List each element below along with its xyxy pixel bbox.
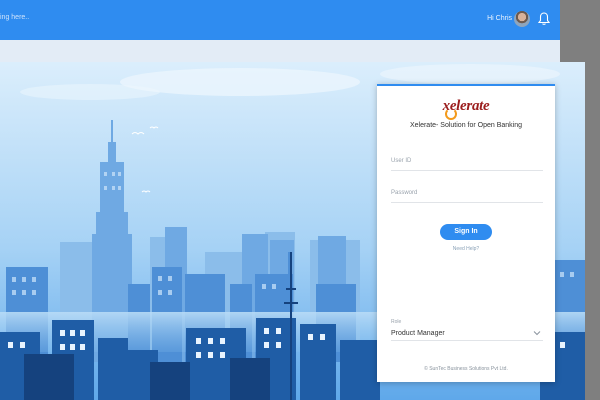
need-help-link[interactable]: Need Help?	[377, 246, 555, 252]
copyright-text: © SunTec Business Solutions Pvt Ltd.	[424, 366, 508, 372]
sign-in-button[interactable]: Sign In	[440, 224, 492, 240]
search-input-hint[interactable]: ing here..	[0, 14, 29, 21]
role-label: Role	[391, 319, 402, 325]
top-header: ing here.. Hi Chris	[0, 0, 560, 40]
bell-icon[interactable]	[538, 12, 550, 26]
avatar[interactable]	[514, 11, 530, 27]
xelerate-logo: xelerate	[442, 98, 490, 114]
password-field[interactable]: Password	[391, 190, 417, 196]
login-card: xelerate Xelerate- Solution for Open Ban…	[377, 84, 555, 382]
user-greeting: Hi Chris	[487, 15, 512, 22]
role-select[interactable]: Product Manager	[391, 328, 543, 341]
sub-header	[0, 40, 560, 62]
login-window: xelerate Xelerate- Solution for Open Ban…	[0, 62, 585, 400]
user-id-underline	[391, 170, 543, 171]
chevron-down-icon[interactable]	[533, 330, 541, 336]
user-id-field[interactable]: User ID	[391, 158, 411, 164]
app-subtitle: Xelerate- Solution for Open Banking	[409, 122, 523, 129]
password-underline	[391, 202, 543, 203]
logo-swoosh-icon	[445, 108, 457, 120]
role-value: Product Manager	[391, 330, 445, 337]
